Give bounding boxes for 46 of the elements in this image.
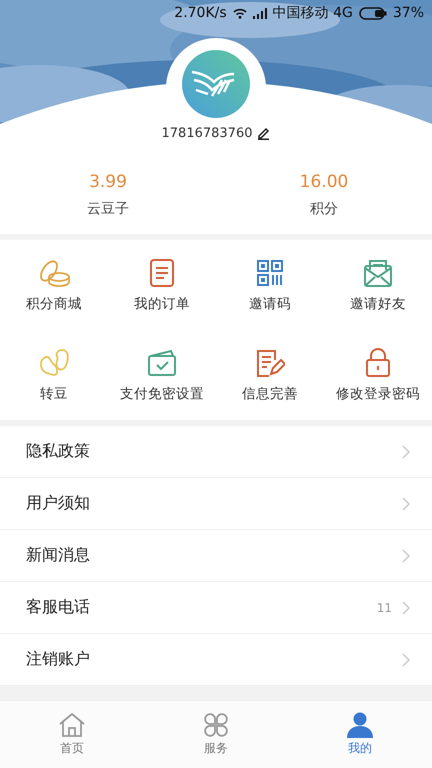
tab[interactable]: 服务: [144, 701, 288, 768]
padlock-icon: [365, 348, 391, 378]
chevron-icon: [402, 600, 410, 614]
stat-value: 16.00: [300, 172, 348, 192]
qr-code-icon: [256, 259, 284, 287]
chevron-icon: [402, 652, 410, 666]
stat-label: 积分: [310, 200, 338, 218]
avatar-logo-icon[interactable]: [182, 50, 250, 118]
menu-item[interactable]: 注销账户: [26, 649, 90, 668]
shortcut-button[interactable]: 积分商城: [26, 295, 82, 313]
carrier-label: 中国移动 4G: [272, 4, 353, 22]
shortcut-button[interactable]: 邀请好友: [350, 295, 406, 313]
menu-item[interactable]: 用户须知: [26, 493, 90, 512]
house-icon: [58, 712, 86, 738]
chevron-icon: [402, 548, 410, 562]
stat-value: 3.99: [89, 172, 127, 192]
edit-pencil-icon[interactable]: [257, 127, 270, 140]
battery-icon: [358, 6, 387, 20]
chevron-icon: [402, 496, 410, 510]
signal-icon: [252, 8, 267, 18]
shortcut-button[interactable]: 邀请码: [249, 295, 291, 313]
chevron-icon: [402, 444, 410, 458]
wifi-icon: [232, 8, 247, 18]
four-petal-icon: [203, 712, 229, 738]
phone-number: 17816783760: [162, 126, 252, 141]
shortcut-button[interactable]: 支付免密设置: [120, 385, 204, 403]
tab[interactable]: 我的: [288, 701, 432, 768]
card-check-icon: [147, 349, 177, 377]
beans-icon: [37, 347, 71, 379]
person-icon: [346, 712, 374, 738]
network-speed: 2.70K/s: [174, 5, 227, 21]
document-icon: [149, 258, 175, 288]
shortcut-button[interactable]: 转豆: [40, 385, 68, 403]
battery-percent: 37%: [392, 5, 424, 21]
menu-value: 11: [376, 600, 392, 614]
tab[interactable]: 首页: [0, 701, 144, 768]
shortcut-button[interactable]: 修改登录密码: [336, 385, 420, 403]
edit-document-icon: [255, 348, 285, 378]
coins-icon: [37, 258, 71, 288]
envelope-icon: [363, 258, 393, 288]
menu-item[interactable]: 隐私政策: [26, 441, 90, 460]
shortcut-button[interactable]: 信息完善: [242, 385, 298, 403]
menu-item[interactable]: 客服电话: [26, 597, 90, 616]
stat-label: 云豆子: [87, 200, 129, 218]
menu-item[interactable]: 新闻消息: [26, 545, 90, 564]
shortcut-button[interactable]: 我的订单: [134, 295, 190, 313]
